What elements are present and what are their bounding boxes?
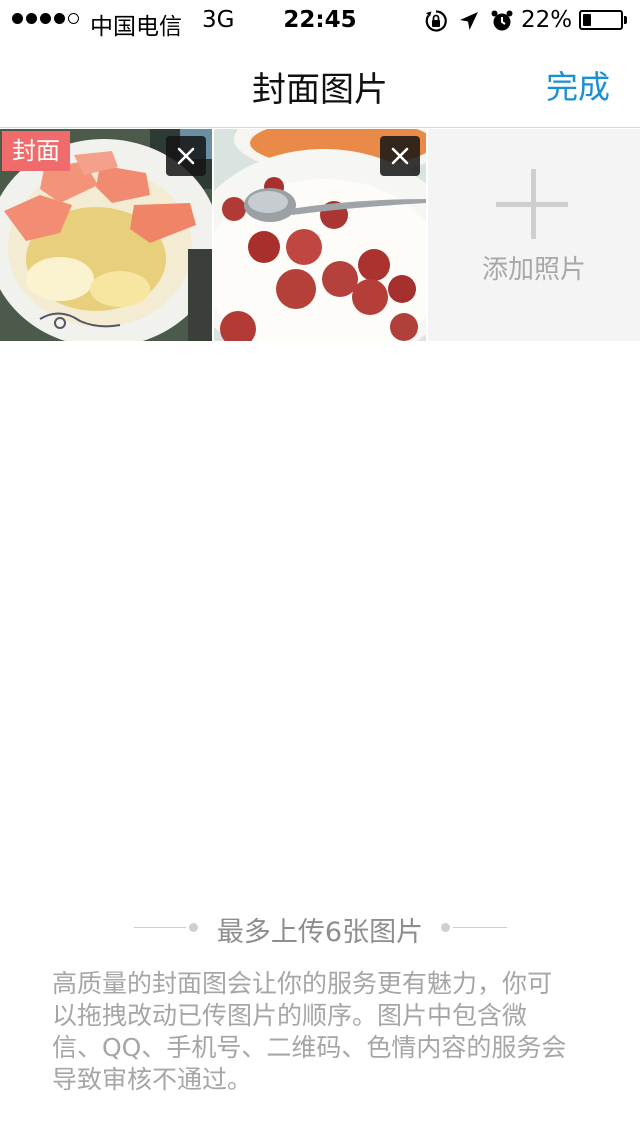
cover-hint-text: 高质量的封面图会让你的服务更有魅力，你可 以拖拽改动已传图片的顺序。图片中包含微… <box>52 968 597 1096</box>
remove-photo-button[interactable] <box>166 136 206 176</box>
battery-fill <box>583 14 591 26</box>
hint-line: 高质量的封面图会让你的服务更有魅力，你可 <box>52 969 553 998</box>
cover-badge: 封面 <box>2 131 70 171</box>
status-icons <box>424 9 514 33</box>
battery-tip <box>624 16 627 24</box>
add-photo-button[interactable]: 添加照片 <box>428 129 640 341</box>
divider-right <box>453 927 507 928</box>
plus-icon <box>496 169 568 239</box>
battery-percent: 22% <box>521 7 573 33</box>
hint-line: 信、QQ、手机号、二维码、色情内容的服务会 <box>52 1033 567 1062</box>
close-icon <box>391 147 409 165</box>
upload-limit-row: 最多上传6张图片 <box>0 908 640 948</box>
status-bar: 中国电信 3G 22:45 22% <box>0 0 640 40</box>
close-icon <box>177 147 195 165</box>
location-arrow-icon <box>460 12 478 30</box>
divider-dot-right <box>441 923 450 932</box>
page-title: 封面图片 <box>252 70 388 110</box>
hint-line: 以拖拽改动已传图片的顺序。图片中包含微 <box>52 1001 528 1030</box>
screen: 中国电信 3G 22:45 22% 封面图片 完成 封面 添加照片 最多上传6张… <box>0 0 640 1136</box>
photo-tile[interactable] <box>214 129 426 341</box>
done-button[interactable]: 完成 <box>546 62 610 108</box>
hint-line: 导致审核不通过。 <box>52 1065 253 1094</box>
remove-photo-button[interactable] <box>380 136 420 176</box>
alarm-icon <box>491 10 513 31</box>
photo-tile-cover[interactable]: 封面 <box>0 129 212 341</box>
upload-limit-text: 最多上传6张图片 <box>216 917 424 948</box>
nav-bar: 封面图片 完成 <box>0 40 640 128</box>
orientation-lock-icon <box>425 10 447 32</box>
add-photo-label: 添加照片 <box>481 255 586 285</box>
photo-grid: 封面 添加照片 <box>0 129 640 341</box>
battery-icon <box>579 10 623 30</box>
